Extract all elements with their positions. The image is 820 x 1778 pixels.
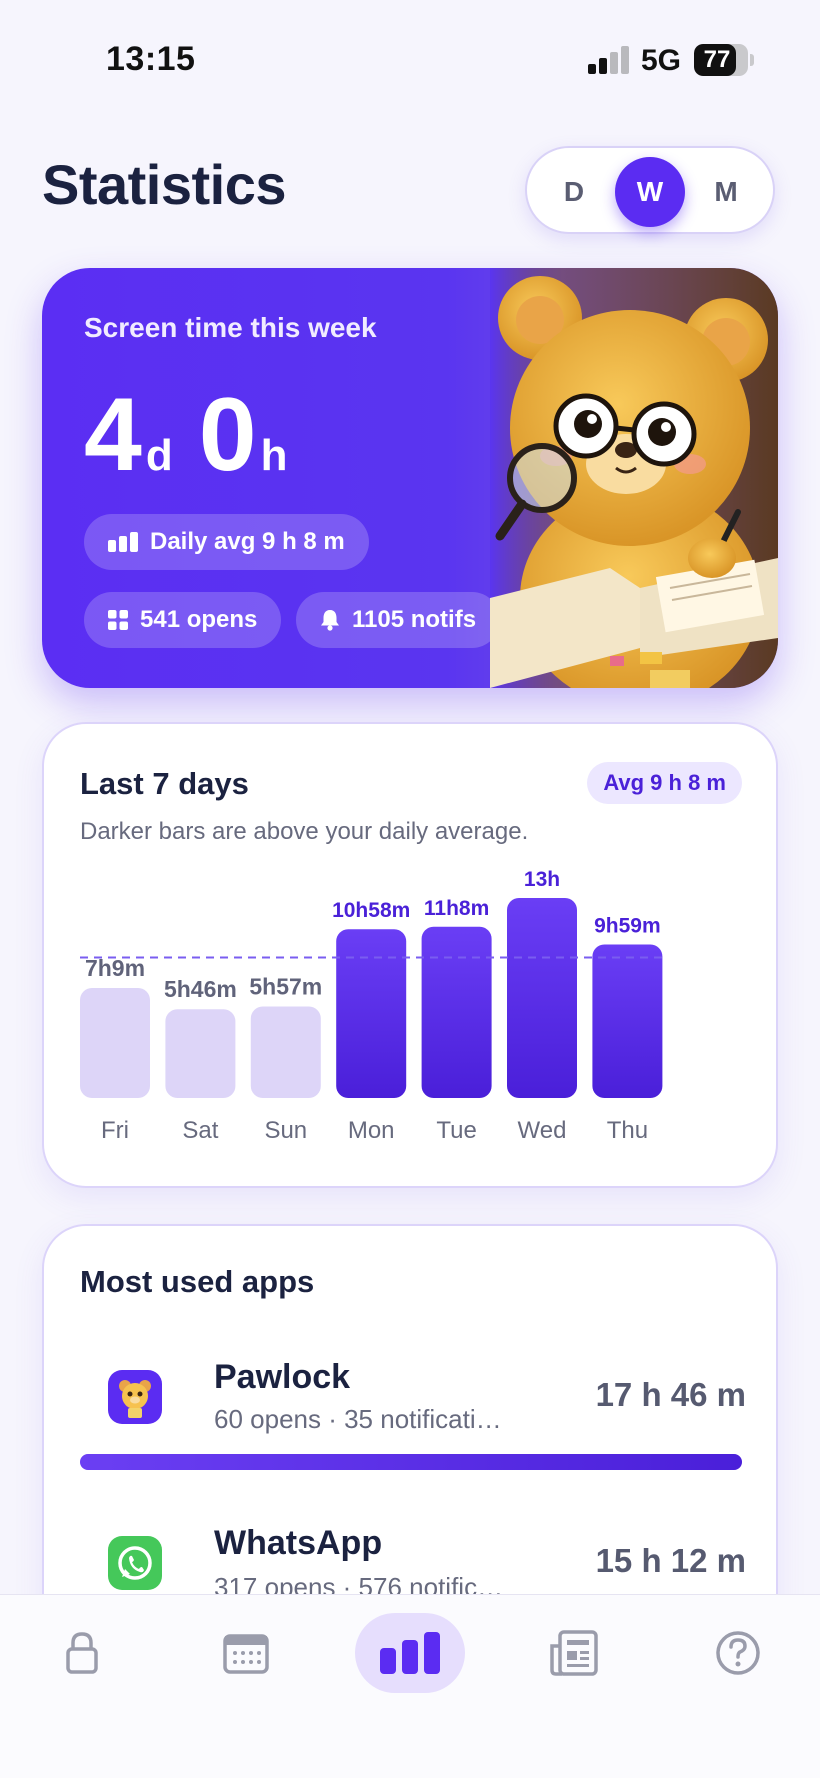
- most-used-title: Most used apps: [80, 1264, 315, 1299]
- chart-bar: [165, 1009, 236, 1098]
- screen-time-label: Screen time this week: [84, 312, 377, 343]
- chart-bar: [250, 1006, 321, 1098]
- app-time: 15 h 12 m: [595, 1542, 746, 1579]
- hours-unit: h: [260, 431, 288, 480]
- app-name: Pawlock: [214, 1358, 351, 1396]
- tab-statistics[interactable]: [355, 1613, 465, 1693]
- chart-category-label: Sun: [264, 1117, 307, 1144]
- page-title: Statistics: [42, 153, 287, 216]
- status-bar: 13:15 5G 77: [0, 0, 820, 110]
- app-usage-bar: [80, 1454, 742, 1470]
- chart-data-label: 10h58m: [332, 899, 410, 922]
- screen-time-value: 4d 0h: [84, 380, 313, 490]
- bar-chart-icon: [108, 532, 138, 552]
- hours-value: 0: [198, 377, 257, 493]
- status-time: 13:15: [106, 40, 196, 78]
- screen-time-card: Screen time this week 4d 0h Daily avg 9 h…: [42, 268, 778, 688]
- battery-level: 77: [703, 46, 731, 73]
- tab-lock[interactable]: [27, 1613, 137, 1693]
- chart-data-label: 5h46m: [164, 976, 237, 1002]
- weekly-bar-chart: 7h9m Fri 5h46m Sat 5h57m Sun 10h58m Mon 11h8m Tue…: [80, 868, 663, 1144]
- daily-avg-text: Daily avg 9 h 8 m: [150, 528, 345, 555]
- app-name: WhatsApp: [214, 1524, 383, 1562]
- chart-category-label: Sat: [182, 1117, 218, 1144]
- tab-bar: [0, 1594, 820, 1778]
- network-label: 5G: [641, 44, 682, 77]
- app-time: 17 h 46 m: [595, 1376, 746, 1413]
- notifs-pill: 1105 notifs: [296, 592, 501, 648]
- app-meta: 60 opens · 35 notificati…: [214, 1404, 502, 1434]
- chart-data-label: 5h57m: [249, 973, 322, 999]
- chart-data-label: 9h59m: [594, 914, 661, 937]
- app-usage-fill: [80, 1454, 742, 1470]
- period-day-button[interactable]: D: [539, 157, 609, 227]
- chart-category-label: Wed: [518, 1117, 567, 1144]
- days-value: 4: [84, 377, 142, 493]
- apps-grid-icon: [108, 610, 128, 630]
- chart-category-label: Thu: [607, 1117, 648, 1144]
- opens-text: 541 opens: [140, 606, 258, 633]
- period-month-button[interactable]: M: [691, 157, 761, 227]
- notifs-text: 1105 notifs: [352, 606, 477, 633]
- tab-calendar[interactable]: [191, 1613, 301, 1693]
- battery-cap: [750, 54, 754, 66]
- chart-bar: [336, 929, 407, 1098]
- lock-icon: [66, 1632, 98, 1674]
- tab-help[interactable]: [683, 1613, 793, 1693]
- most-used-apps-card: Most used apps Pawlock 60 opens · 35 not…: [42, 1224, 778, 1644]
- bear-mascot-illustration: [490, 268, 778, 688]
- daily-avg-pill: Daily avg 9 h 8 m: [84, 514, 369, 570]
- chart-bar: [421, 926, 492, 1098]
- calendar-icon: [223, 1634, 269, 1674]
- help-icon: [716, 1631, 760, 1675]
- whatsapp-icon: [108, 1536, 162, 1590]
- period-toggle: D W M: [525, 146, 775, 234]
- news-icon: [550, 1630, 598, 1676]
- opens-pill: 541 opens: [84, 592, 282, 648]
- chart-bar: [592, 944, 663, 1098]
- tab-news[interactable]: [519, 1613, 629, 1693]
- chart-data-label: 13h: [524, 868, 560, 891]
- chart-bar: [507, 898, 577, 1098]
- chart-data-label: 11h8m: [424, 897, 489, 920]
- bear-app-icon: [108, 1370, 162, 1424]
- chart-category-label: Mon: [348, 1117, 395, 1144]
- bell-icon: [321, 610, 339, 631]
- app-row[interactable]: Pawlock 60 opens · 35 notificati… 17 h 4…: [44, 1336, 780, 1456]
- bar-chart-icon: [380, 1632, 440, 1674]
- signal-icon: [588, 46, 630, 74]
- chart-category-label: Fri: [101, 1117, 129, 1144]
- period-week-button[interactable]: W: [615, 157, 685, 227]
- weekly-chart-card: Last 7 days Darker bars are above your d…: [42, 722, 778, 1188]
- days-unit: d: [145, 431, 173, 480]
- chart-bar: [80, 988, 150, 1098]
- chart-category-label: Tue: [436, 1117, 476, 1144]
- battery-icon: 77: [694, 44, 748, 76]
- chart-data-label: 7h9m: [85, 955, 145, 981]
